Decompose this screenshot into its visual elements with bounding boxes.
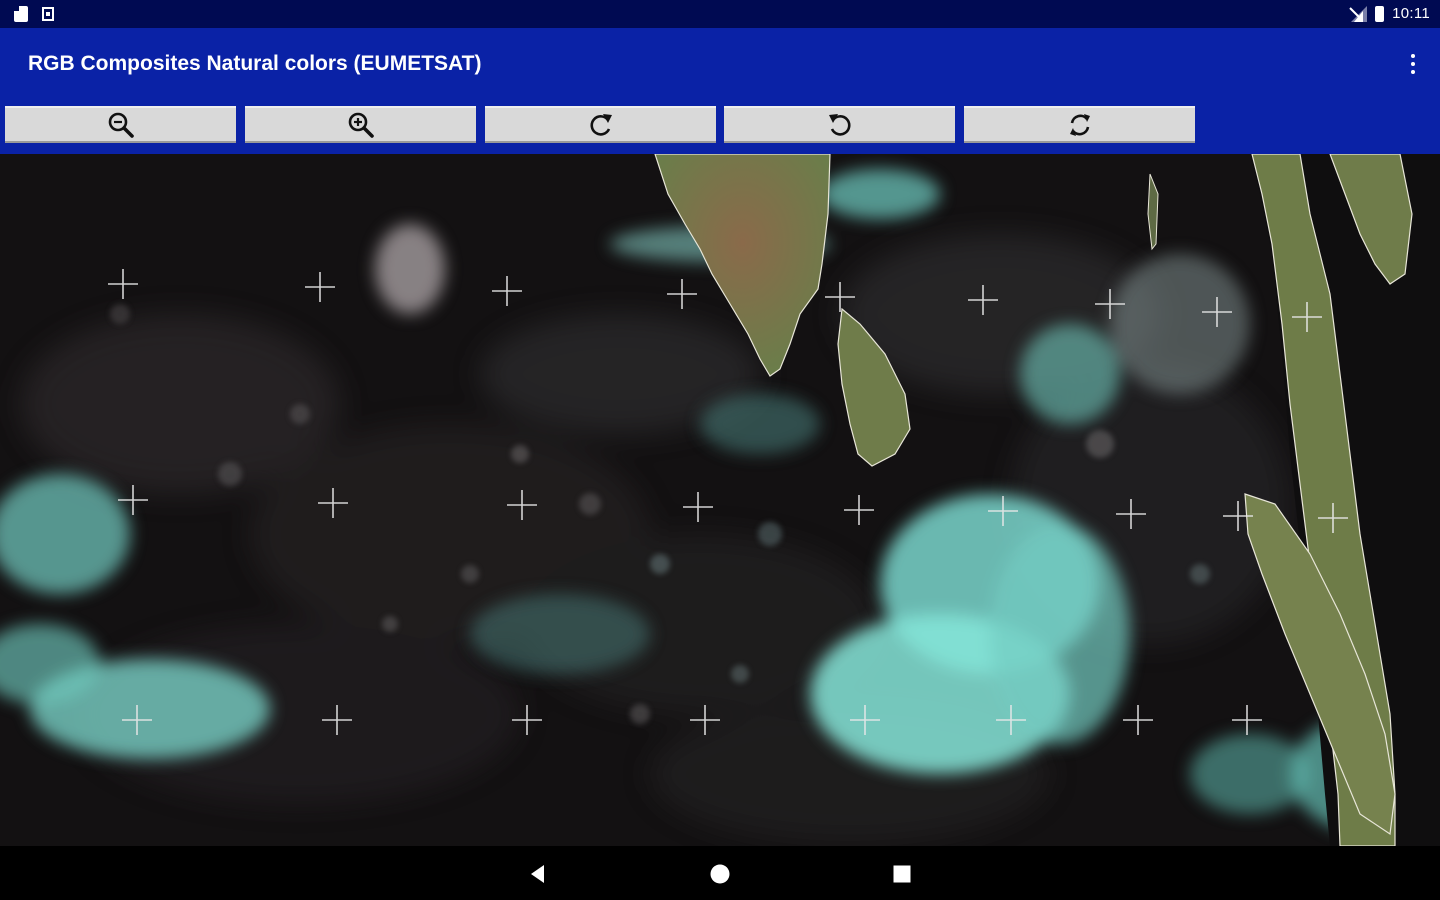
status-time: 10:11 [1392, 5, 1430, 22]
zoom-out-icon [108, 112, 134, 138]
recents-icon [893, 865, 911, 883]
app-title: RGB Composites Natural colors (EUMETSAT) [28, 52, 482, 75]
zoom-in-icon [348, 112, 374, 138]
signal-icon [1349, 5, 1368, 22]
refresh-button[interactable] [964, 106, 1195, 143]
recents-button[interactable] [888, 860, 916, 888]
status-left-icons [14, 6, 54, 22]
refresh-icon [1069, 113, 1090, 136]
more-vert-icon[interactable] [1406, 50, 1420, 78]
back-button[interactable] [524, 860, 552, 888]
rotate-left-icon [828, 113, 851, 136]
rotate-right-button[interactable] [485, 106, 716, 143]
satellite-image[interactable] [0, 154, 1440, 846]
battery-icon [1375, 5, 1385, 22]
home-icon [710, 864, 730, 884]
screenshot-icon [42, 7, 54, 21]
sd-card-icon [14, 6, 28, 22]
rotate-left-button[interactable] [724, 106, 955, 143]
app-bar: RGB Composites Natural colors (EUMETSAT) [0, 28, 1440, 100]
home-button[interactable] [706, 860, 734, 888]
image-toolbar [0, 100, 1440, 154]
status-bar: 10:11 [0, 0, 1440, 28]
system-nav-bar [0, 846, 1440, 900]
back-icon [531, 865, 544, 883]
zoom-in-button[interactable] [245, 106, 476, 143]
rotate-right-icon [589, 113, 612, 136]
zoom-out-button[interactable] [5, 106, 236, 143]
status-right-icons: 10:11 [1349, 5, 1430, 22]
